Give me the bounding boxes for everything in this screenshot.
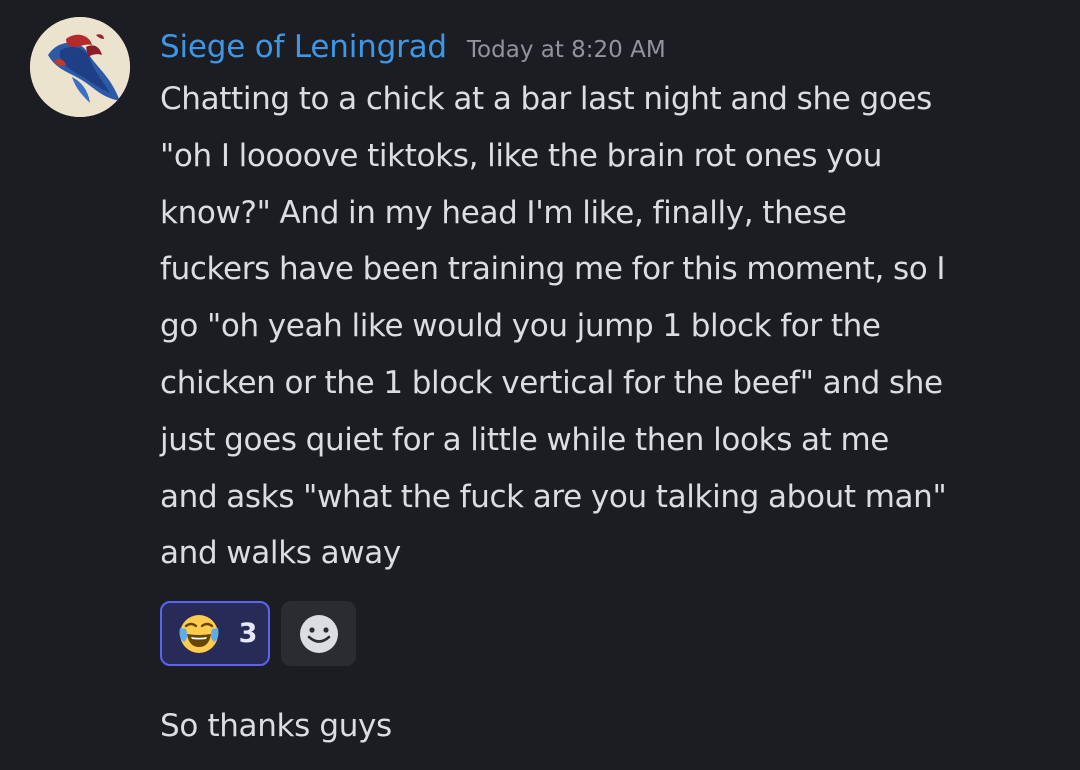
reaction-laughing[interactable]: 3: [160, 601, 270, 666]
reaction-count: 3: [238, 618, 258, 649]
message-body: Chatting to a chick at a bar last night …: [160, 81, 947, 572]
face-with-tears-of-joy-icon: [179, 614, 219, 653]
message-header: Siege of Leningrad Today at 8:20 AM: [160, 18, 1060, 76]
message-content: Siege of Leningrad Today at 8:20 AM Chat…: [160, 18, 1060, 582]
reaction-bar: 3: [160, 601, 356, 666]
chat-view: Siege of Leningrad Today at 8:20 AM Chat…: [0, 0, 1080, 770]
username[interactable]: Siege of Leningrad: [160, 18, 447, 76]
add-reaction-button[interactable]: [281, 601, 356, 666]
user-avatar[interactable]: [30, 17, 130, 117]
ink-splash-avatar-image: [30, 17, 130, 117]
add-reaction-smile-icon: [299, 614, 338, 653]
followup-message-body: So thanks guys: [160, 708, 392, 744]
